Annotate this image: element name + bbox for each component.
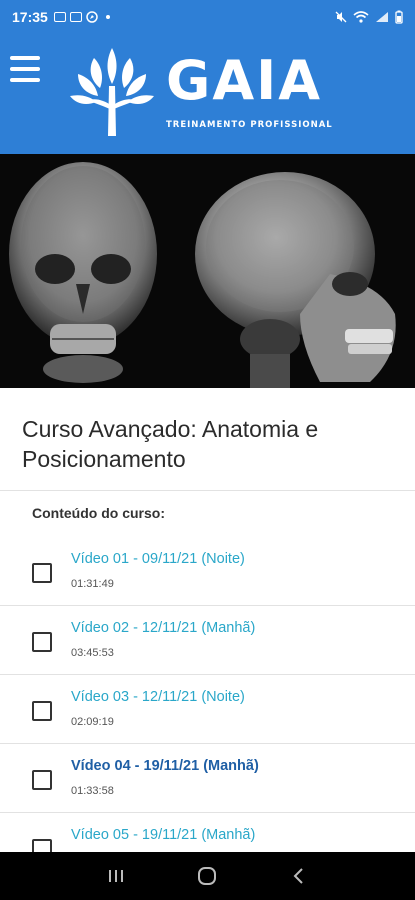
back-icon [293, 868, 303, 884]
lesson-checkbox[interactable] [32, 770, 52, 790]
lesson-title[interactable]: Vídeo 03 - 12/11/21 (Noite) [71, 689, 245, 705]
lesson-item-current[interactable]: Vídeo 04 - 19/11/21 (Manhã) 01:33:58 [0, 744, 415, 813]
hamburger-bar [10, 56, 40, 60]
hamburger-bar [10, 78, 40, 82]
status-notification-icons [53, 11, 110, 23]
lesson-title[interactable]: Vídeo 02 - 12/11/21 (Manhã) [71, 620, 255, 636]
lesson-item[interactable]: Vídeo 03 - 12/11/21 (Noite) 02:09:19 [0, 675, 415, 744]
app-header: GAIA TREINAMENTO PROFISSIONAL [0, 34, 415, 154]
lesson-title[interactable]: Vídeo 01 - 09/11/21 (Noite) [71, 551, 245, 567]
course-content-label: Conteúdo do curso: [32, 505, 165, 521]
message-icon [53, 12, 66, 22]
lesson-checkbox[interactable] [32, 563, 52, 583]
wifi-icon [353, 11, 369, 23]
gaia-logo: GAIA TREINAMENTO PROFISSIONAL [66, 44, 356, 140]
lesson-duration: 01:33:58 [71, 785, 114, 797]
course-cover-image [0, 154, 415, 388]
lesson-item[interactable]: Vídeo 02 - 12/11/21 (Manhã) 03:45:53 [0, 606, 415, 675]
lesson-item[interactable]: Vídeo 05 - 19/11/21 (Manhã) [0, 813, 415, 859]
gallery-icon [69, 12, 82, 22]
status-time: 17:35 [12, 9, 48, 25]
hamburger-bar [10, 67, 40, 71]
lesson-checkbox[interactable] [32, 701, 52, 721]
battery-icon [395, 10, 403, 24]
compass-icon [86, 11, 98, 23]
back-button[interactable] [284, 861, 314, 891]
divider [0, 490, 415, 491]
logo-subtitle: TREINAMENTO PROFISSIONAL [166, 120, 333, 130]
logo-text: GAIA [166, 49, 322, 112]
lesson-item[interactable]: Vídeo 01 - 09/11/21 (Noite) 01:31:49 [0, 537, 415, 606]
lesson-checkbox[interactable] [32, 632, 52, 652]
skull-xray-image [0, 154, 415, 388]
mute-icon [335, 11, 347, 23]
status-system-icons [335, 10, 403, 24]
recent-apps-icon [108, 870, 123, 882]
status-bar: 17:35 [0, 0, 415, 34]
lesson-duration: 02:09:19 [71, 716, 114, 728]
tree-leaf-icon [70, 48, 154, 136]
home-icon [198, 867, 217, 885]
lesson-title[interactable]: Vídeo 04 - 19/11/21 (Manhã) [71, 758, 259, 774]
recent-apps-button[interactable] [101, 861, 131, 891]
lesson-duration: 01:31:49 [71, 578, 114, 590]
course-title: Curso Avançado: Anatomia e Posicionament… [22, 416, 319, 472]
lesson-title[interactable]: Vídeo 05 - 19/11/21 (Manhã) [71, 827, 255, 843]
signal-icon [376, 12, 388, 22]
more-dot-icon [105, 15, 110, 19]
lesson-duration: 03:45:53 [71, 647, 114, 659]
system-nav-bar [0, 852, 415, 900]
menu-button[interactable] [10, 56, 40, 82]
home-button[interactable] [192, 861, 222, 891]
